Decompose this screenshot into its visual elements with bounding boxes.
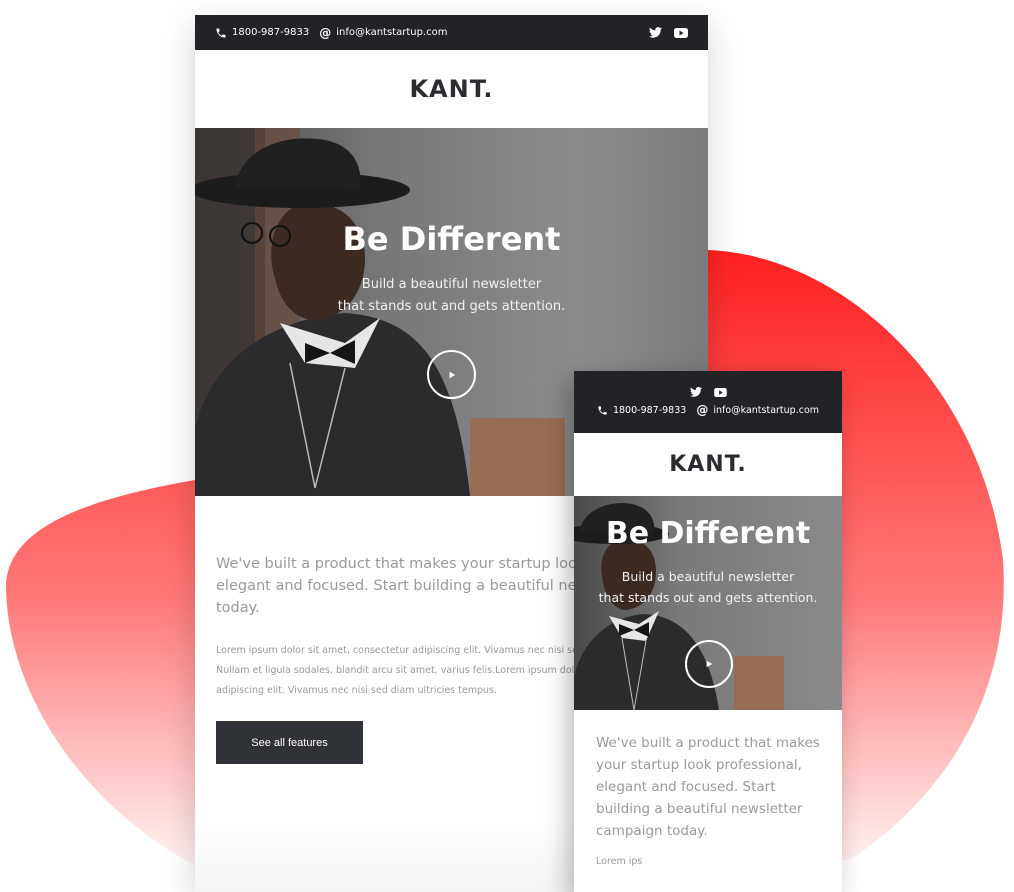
mobile-newsletter-preview: 1800-987-9833 @ info@kantstartup.com KAN… [574,371,842,892]
twitter-icon[interactable] [649,27,662,38]
mobile-hero-subtitle-line-2: that stands out and gets attention. [598,590,818,605]
desktop-logo-bar: KANT. [195,50,708,128]
mobile-hero-subtitle: Build a beautiful newsletter that stands… [574,566,842,608]
mobile-phone-text: 1800-987-9833 [612,404,687,416]
mobile-email-contact[interactable]: @ info@kantstartup.com [696,403,819,417]
desktop-phone-contact[interactable]: 1800-987-9833 [215,27,309,39]
desktop-email-text: info@kantstartup.com [336,27,448,38]
mobile-social-links [689,387,727,397]
play-video-button[interactable] [427,350,476,399]
play-icon [448,371,456,379]
desktop-social-links [649,27,688,38]
mobile-hero-title: Be Different [605,516,811,551]
at-icon: @ [319,25,332,40]
mobile-hero-subtitle-line-1: Build a beautiful newsletter [621,569,795,584]
play-icon [705,660,713,668]
phone-icon [597,405,608,416]
hero-subtitle-line-2: that stands out and gets attention. [337,299,566,314]
desktop-topbar: 1800-987-9833 @ info@kantstartup.com [195,15,708,50]
mobile-body-paragraph: Lorem ips [596,856,643,867]
mobile-lead-line-5: campaign today. [596,823,708,839]
mobile-topbar: 1800-987-9833 @ info@kantstartup.com [574,371,842,433]
desktop-email-contact[interactable]: @ info@kantstartup.com [319,26,447,40]
mobile-content: We've built a product that makes your st… [574,710,842,867]
mobile-lead-line-3: elegant and focused. Start [596,779,776,795]
hero-title: Be Different [342,220,561,258]
at-icon: @ [696,403,709,417]
mobile-hero: Be Different Build a beautiful newslette… [574,496,842,710]
mobile-lead-line-1: We've built a product that makes [596,735,820,751]
brand-logo[interactable]: KANT. [409,75,493,103]
hero-subtitle-line-1: Build a beautiful newsletter [361,277,542,292]
twitter-icon[interactable] [689,387,702,397]
youtube-icon[interactable] [713,387,727,397]
mobile-lead-line-2: your startup look professional, [596,757,802,773]
mobile-lead-line-4: building a beautiful newsletter [596,801,803,817]
mobile-email-text: info@kantstartup.com [713,404,820,416]
phone-icon [215,27,227,39]
mobile-lead-paragraph: We've built a product that makes your st… [596,732,820,842]
see-all-features-button[interactable]: See all features [216,721,363,764]
mobile-play-video-button[interactable] [685,640,733,688]
hero-subtitle: Build a beautiful newsletter that stands… [195,274,708,318]
mobile-contacts: 1800-987-9833 @ info@kantstartup.com [597,403,819,417]
desktop-phone-text: 1800-987-9833 [232,27,310,38]
mobile-phone-contact[interactable]: 1800-987-9833 [597,405,686,416]
mobile-brand-logo[interactable]: KANT. [669,452,747,477]
mobile-logo-bar: KANT. [574,433,842,496]
youtube-icon[interactable] [674,27,688,38]
